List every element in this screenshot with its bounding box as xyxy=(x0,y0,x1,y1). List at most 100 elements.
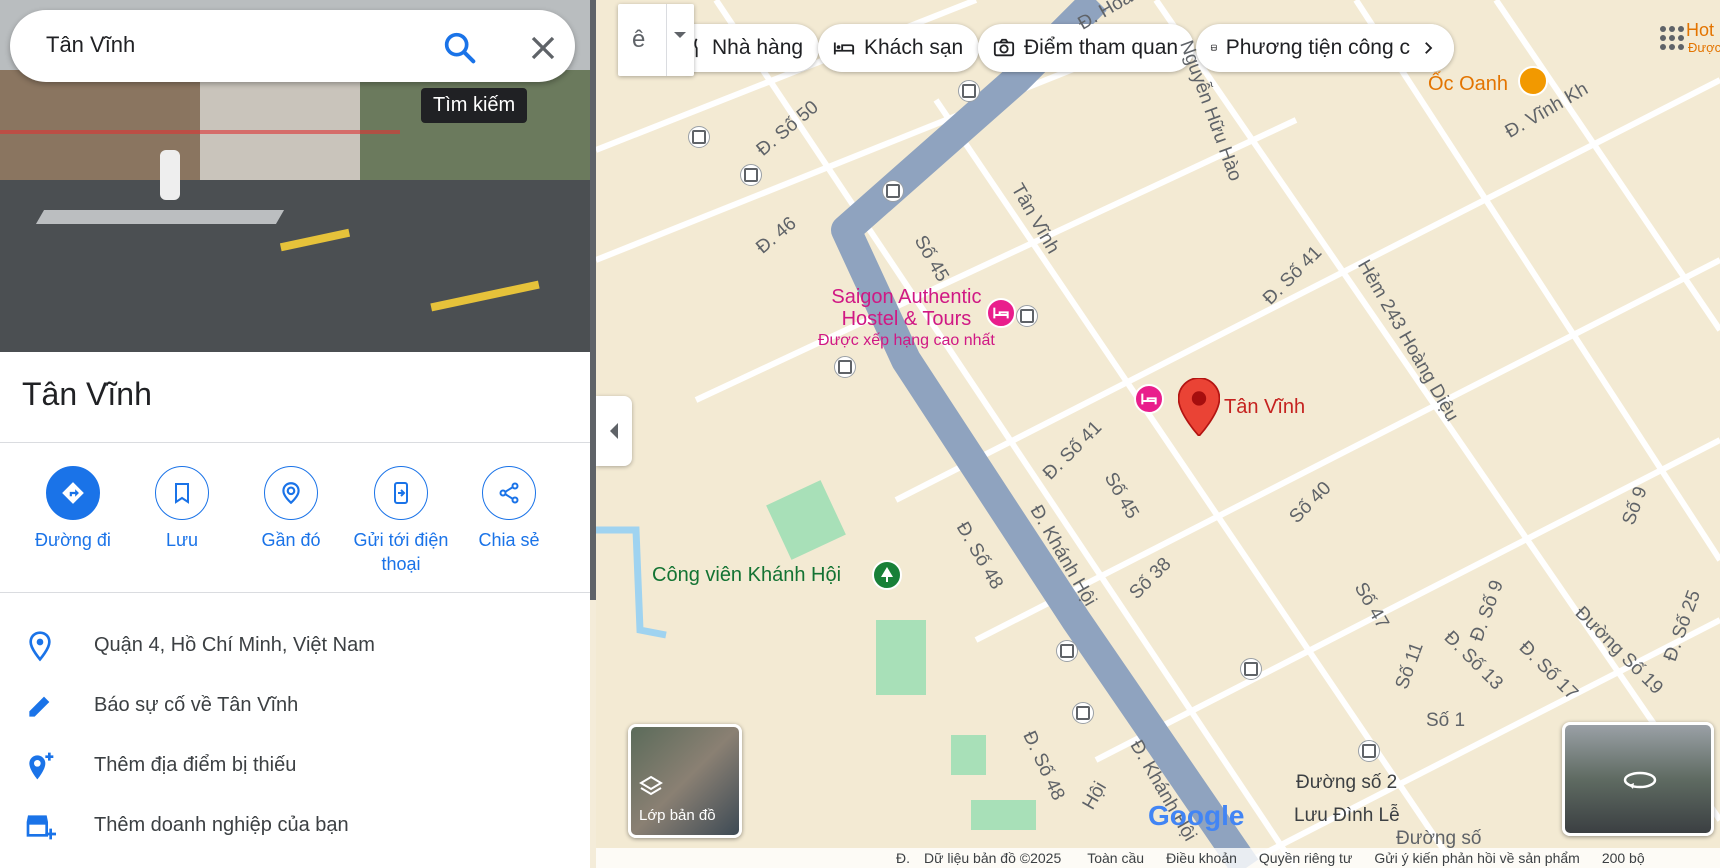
restaurant-pin-icon[interactable] xyxy=(1518,66,1548,96)
corner-poi-subtext: Được xyxy=(1688,40,1720,55)
search-input[interactable]: Tân Vĩnh xyxy=(46,32,135,58)
street-label: Lưu Đình Lễ xyxy=(1294,805,1400,826)
clear-search-button[interactable] xyxy=(523,28,563,68)
hostel-poi[interactable]: Saigon Authentic Hostel & Tours Được xếp… xyxy=(818,286,995,352)
report-issue-row[interactable]: Báo sự cố về Tân Vĩnh xyxy=(0,678,590,734)
camera-icon xyxy=(993,38,1015,57)
layers-label: Lớp bản đồ xyxy=(639,807,716,824)
hostel-subtitle: Được xếp hạng cao nhất xyxy=(818,332,995,349)
bed-icon xyxy=(833,42,855,55)
global-link[interactable]: Toàn cầu xyxy=(1087,850,1144,866)
bus-stop-icon[interactable] xyxy=(958,80,980,102)
close-icon xyxy=(531,36,555,60)
scale-label[interactable]: 200 bộ xyxy=(1602,850,1645,866)
map-data-credit: Dữ liệu bản đồ ©2025 xyxy=(924,850,1062,866)
google-logo-text: Google xyxy=(1148,800,1245,831)
hostel-name-line2: Hostel & Tours xyxy=(841,308,972,330)
street-view-photo[interactable]: Tân Vĩnh Tìm kiếm xyxy=(0,0,590,352)
chevron-right-icon xyxy=(1425,42,1433,54)
share-button[interactable]: Chia sẻ xyxy=(449,466,569,552)
layers-button[interactable]: Lớp bản đồ xyxy=(628,724,742,838)
send-to-phone-button[interactable]: Gửi tới điện thoại xyxy=(341,466,461,576)
share-icon xyxy=(499,482,519,504)
google-logo: Google xyxy=(1148,800,1244,832)
bus-stop-icon[interactable] xyxy=(688,126,710,148)
address-text: Quận 4, Hồ Chí Minh, Việt Nam xyxy=(94,634,375,656)
bus-icon xyxy=(1210,44,1217,51)
bus-stop-icon[interactable] xyxy=(882,180,904,202)
divider xyxy=(0,442,590,443)
send-to-phone-label: Gửi tới điện thoại xyxy=(353,530,449,574)
chips-scroll-right[interactable] xyxy=(1410,24,1454,72)
place-panel: Tân Vĩnh Tìm kiếm Tân Vĩnh Đường đi Lưu … xyxy=(0,0,590,868)
terms-link[interactable]: Điều khoản xyxy=(1166,850,1237,866)
park-label[interactable]: Công viên Khánh Hội xyxy=(652,564,841,587)
save-button[interactable]: Lưu xyxy=(122,466,242,552)
bed-icon xyxy=(1141,393,1157,405)
feedback-link[interactable]: Gửi ý kiến phản hồi về sản phẩm xyxy=(1374,850,1580,866)
location-pin-icon xyxy=(29,631,51,662)
divider xyxy=(0,592,590,593)
save-label: Lưu xyxy=(165,530,199,550)
bus-stop-icon[interactable] xyxy=(1240,658,1262,680)
directions-button[interactable]: Đường đi xyxy=(13,466,133,552)
footer-prefix: Đ. xyxy=(896,850,910,866)
divider xyxy=(666,4,667,76)
street-label: Đường số 2 xyxy=(1296,772,1398,793)
collapse-panel-button[interactable] xyxy=(596,396,632,466)
input-tool-icon: ê xyxy=(632,26,646,53)
selected-place-label: Tân Vĩnh xyxy=(1224,396,1306,418)
selected-place-marker-icon[interactable] xyxy=(1178,378,1220,436)
nearby-label: Gần đó xyxy=(261,530,321,550)
apps-grid-icon[interactable] xyxy=(1660,26,1684,50)
add-business-text: Thêm doanh nghiệp của bạn xyxy=(94,814,349,836)
search-box[interactable]: Tân Vĩnh xyxy=(10,10,575,82)
directions-icon xyxy=(62,482,84,504)
bus-stop-icon[interactable] xyxy=(740,164,762,186)
nearby-icon xyxy=(282,482,300,505)
directions-label: Đường đi xyxy=(35,530,111,550)
add-place-text: Thêm địa điểm bị thiếu xyxy=(94,754,297,776)
address-row[interactable]: Quận 4, Hồ Chí Minh, Việt Nam xyxy=(0,618,590,674)
bookmark-icon xyxy=(175,483,189,504)
chevron-down-icon[interactable] xyxy=(674,32,686,38)
map-base xyxy=(596,0,1720,868)
street-view-thumbnail[interactable] xyxy=(1562,722,1714,836)
bus-stop-icon[interactable] xyxy=(1016,305,1038,327)
map-footer: Đ. Dữ liệu bản đồ ©2025 Toàn cầu Điều kh… xyxy=(596,848,1720,868)
bus-stop-icon[interactable] xyxy=(1072,702,1094,724)
nearby-button[interactable]: Gần đó xyxy=(231,466,351,552)
chip-hotels[interactable]: Khách sạn xyxy=(818,24,980,72)
hotel-pin-icon[interactable] xyxy=(986,298,1016,328)
bus-stop-icon[interactable] xyxy=(1358,740,1380,762)
chip-transit-label: Phương tiện công c xyxy=(1225,36,1410,59)
map-canvas[interactable]: Nhà hàng Khách sạn Điểm tham quan Phương… xyxy=(596,0,1720,868)
privacy-link[interactable]: Quyền riêng tư xyxy=(1259,850,1352,866)
chevron-left-icon xyxy=(610,423,618,439)
bus-stop-icon[interactable] xyxy=(834,356,856,378)
place-title: Tân Vĩnh xyxy=(22,376,152,412)
chip-restaurants-label: Nhà hàng xyxy=(712,36,804,59)
street-label: Số 1 xyxy=(1426,710,1466,731)
add-business-icon xyxy=(26,815,56,840)
corner-poi-text: Hot xyxy=(1686,20,1715,40)
street-label: Đường số xyxy=(1396,828,1482,849)
bus-stop-icon[interactable] xyxy=(1056,640,1078,662)
search-button[interactable] xyxy=(440,28,480,68)
add-business-row[interactable]: Thêm doanh nghiệp của bạn xyxy=(0,798,590,854)
hotel-pin-icon[interactable] xyxy=(1134,384,1164,414)
park-tree-icon[interactable] xyxy=(872,560,902,590)
barrier xyxy=(0,130,400,220)
layers-icon xyxy=(639,775,663,796)
chip-transit[interactable]: Phương tiện công c xyxy=(1196,24,1454,72)
input-tools-button[interactable]: ê xyxy=(618,4,694,76)
restaurant-label[interactable]: Ốc Oanh xyxy=(1428,73,1508,96)
add-place-row[interactable]: Thêm địa điểm bị thiếu xyxy=(0,738,590,794)
hostel-name-line1: Saigon Authentic xyxy=(831,286,982,308)
search-tooltip: Tìm kiếm xyxy=(421,88,528,123)
send-to-phone-icon xyxy=(394,482,408,504)
report-issue-text: Báo sự cố về Tân Vĩnh xyxy=(94,694,299,716)
rotate-360-icon xyxy=(1623,771,1657,789)
share-label: Chia sẻ xyxy=(478,530,540,550)
pencil-icon xyxy=(29,696,50,717)
